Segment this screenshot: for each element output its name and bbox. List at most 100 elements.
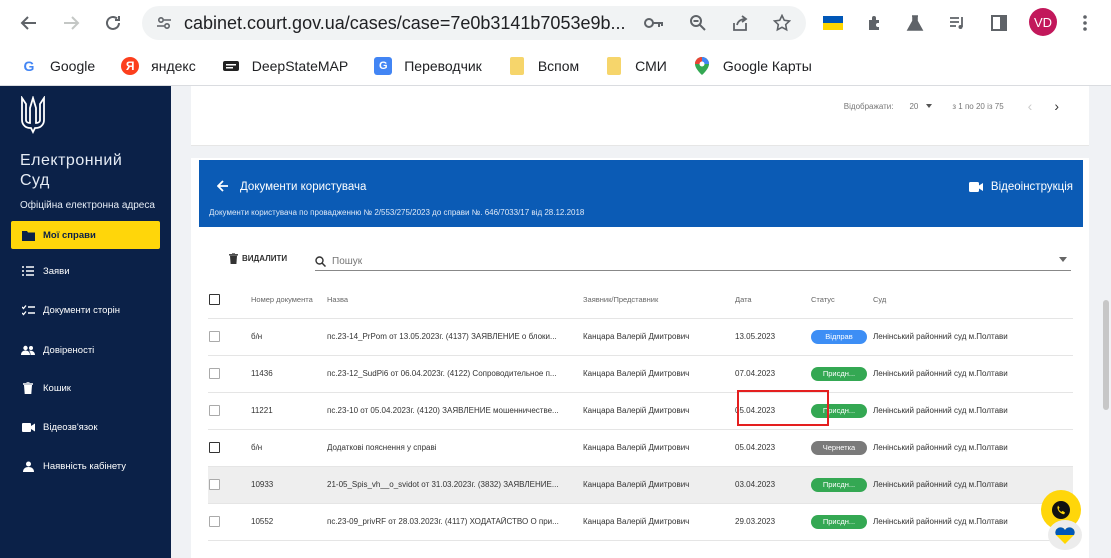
bookmark-google-maps[interactable]: Google Карты bbox=[693, 56, 812, 75]
maps-pin-icon bbox=[693, 56, 711, 75]
row-checkbox[interactable] bbox=[209, 516, 220, 527]
bookmark-yandex[interactable]: Я яндекс bbox=[121, 56, 196, 75]
site-info-icon[interactable] bbox=[154, 15, 174, 31]
doc-name[interactable]: 21-05_Spis_vh__o_svidot от 31.03.2023г. … bbox=[327, 480, 559, 489]
col-header-court[interactable]: Суд bbox=[873, 282, 1073, 319]
sidebar-item-trash[interactable]: Кошик bbox=[11, 374, 160, 402]
url-text[interactable]: cabinet.court.gov.ua/cases/case=7e0b3141… bbox=[184, 13, 624, 34]
date-highlight-box bbox=[737, 390, 829, 426]
labs-flask-icon[interactable] bbox=[904, 12, 926, 34]
address-bar[interactable]: cabinet.court.gov.ua/cases/case=7e0b3141… bbox=[142, 6, 806, 40]
media-control-icon[interactable] bbox=[946, 12, 968, 34]
share-icon[interactable] bbox=[730, 13, 750, 33]
doc-number: 11436 bbox=[251, 355, 327, 393]
doc-number: 10552 bbox=[251, 503, 327, 541]
row-checkbox[interactable] bbox=[209, 479, 220, 490]
col-header-name[interactable]: Назва bbox=[327, 282, 583, 319]
reload-icon[interactable] bbox=[98, 8, 128, 38]
doc-name[interactable]: пс.23-14_PrPom от 13.05.2023г. (4137) ЗА… bbox=[327, 332, 557, 341]
per-page-select[interactable]: 20 bbox=[901, 102, 933, 111]
phone-icon bbox=[1052, 501, 1070, 519]
doc-date: 29.03.2023 bbox=[735, 503, 811, 541]
table-row[interactable]: 10933 21-05_Spis_vh__o_svidot от 31.03.20… bbox=[208, 466, 1073, 504]
video-icon bbox=[21, 420, 35, 434]
status-badge: Присдн... bbox=[811, 514, 867, 529]
col-header-status[interactable]: Статус bbox=[811, 282, 873, 319]
col-header-number[interactable]: Номер документа bbox=[251, 282, 327, 319]
sidebar-item-party-documents[interactable]: Документи сторін bbox=[11, 296, 160, 324]
bookmark-google[interactable]: G Google bbox=[20, 57, 96, 75]
doc-court: Ленінський районний суд м.Полтави bbox=[873, 392, 1073, 430]
next-page-icon[interactable]: › bbox=[1054, 98, 1059, 114]
ukraine-heart-icon bbox=[1055, 527, 1075, 544]
pagination: Відображати: 20 з 1 по 20 із 75 ‹ › bbox=[843, 98, 1059, 114]
documents-card: Документи користувача Документи користув… bbox=[191, 158, 1089, 558]
extensions-icon[interactable] bbox=[864, 12, 886, 34]
chevron-down-icon[interactable] bbox=[1059, 257, 1067, 262]
sidebar-item-powers-of-attorney[interactable]: Довіреності bbox=[11, 336, 160, 364]
sidebar-item-video-call[interactable]: Відеозв'язок bbox=[11, 413, 160, 441]
col-header-applicant[interactable]: Заявник/Представник bbox=[583, 282, 735, 319]
back-arrow-icon[interactable] bbox=[216, 179, 229, 195]
key-icon[interactable] bbox=[644, 13, 664, 33]
sidebar-item-my-cases[interactable]: Мої справи bbox=[11, 221, 160, 249]
col-header-date[interactable]: Дата bbox=[735, 282, 811, 319]
doc-court: Ленінський районний суд м.Полтави bbox=[873, 466, 1073, 504]
prev-page-icon[interactable]: ‹ bbox=[1028, 98, 1033, 114]
language-button[interactable] bbox=[1048, 520, 1082, 550]
bookmark-folder-vspom[interactable]: Вспом bbox=[508, 56, 579, 75]
doc-number: б/н bbox=[251, 318, 327, 356]
select-all-checkbox[interactable] bbox=[209, 294, 220, 306]
doc-date: 05.04.2023 bbox=[735, 429, 811, 467]
search-field[interactable] bbox=[315, 253, 1071, 271]
deepstate-icon bbox=[222, 57, 240, 75]
search-icon bbox=[315, 256, 326, 267]
row-checkbox[interactable] bbox=[209, 368, 220, 379]
bookmark-translate[interactable]: G Переводчик bbox=[374, 56, 482, 75]
doc-number: б/н bbox=[251, 429, 327, 467]
previous-list-card: Відображати: 20 з 1 по 20 із 75 ‹ › bbox=[191, 86, 1089, 146]
doc-name[interactable]: Додаткові пояснення у справі bbox=[327, 443, 437, 452]
kebab-menu-icon[interactable] bbox=[1074, 12, 1096, 34]
yandex-icon: Я bbox=[121, 56, 140, 75]
ukraine-flag-icon[interactable] bbox=[822, 12, 844, 34]
search-input[interactable] bbox=[332, 256, 1032, 267]
trash-icon bbox=[21, 381, 35, 395]
sidebar: Електронний Суд Офіційна електронна адре… bbox=[0, 86, 171, 558]
forward-arrow-icon[interactable] bbox=[56, 8, 86, 38]
browser-toolbar: cabinet.court.gov.ua/cases/case=7e0b3141… bbox=[0, 0, 1111, 46]
video-camera-icon bbox=[968, 182, 983, 192]
row-checkbox[interactable] bbox=[209, 405, 220, 416]
back-arrow-icon[interactable] bbox=[14, 8, 44, 38]
star-icon[interactable] bbox=[772, 13, 792, 33]
bookmark-deepstate[interactable]: DeepStateMAP bbox=[222, 57, 348, 75]
sidebar-item-cabinet-availability[interactable]: Наявність кабінету bbox=[11, 452, 160, 480]
table-row[interactable]: 10552 пс.23-09_privRF от 28.03.2023г. (41… bbox=[208, 503, 1073, 541]
row-checkbox[interactable] bbox=[209, 442, 220, 453]
doc-date: 03.04.2023 bbox=[735, 466, 811, 504]
table-row[interactable]: 11436 пс.23-12_SudPi6 от 06.04.2023г. (41… bbox=[208, 355, 1073, 393]
table-row[interactable]: 11221 пс.23-10 от 05.04.2023г. (4120) ЗАЯ… bbox=[208, 392, 1073, 430]
bookmark-folder-smi[interactable]: СМИ bbox=[605, 56, 667, 75]
trash-icon bbox=[229, 253, 238, 264]
row-checkbox[interactable] bbox=[209, 331, 220, 342]
table-header-row: Номер документа Назва Заявник/Представни… bbox=[208, 282, 1073, 319]
table-row[interactable]: б/н Додаткові пояснення у справі Канцара В… bbox=[208, 429, 1073, 467]
side-panel-icon[interactable] bbox=[988, 12, 1010, 34]
table-toolbar: ВИДАЛИТИ bbox=[229, 253, 1071, 277]
doc-date: 13.05.2023 bbox=[735, 318, 811, 356]
profile-avatar[interactable]: VD bbox=[1029, 8, 1057, 36]
google-icon: G bbox=[23, 57, 35, 74]
doc-name[interactable]: пс.23-10 от 05.04.2023г. (4120) ЗАЯВЛЕНИ… bbox=[327, 406, 559, 415]
page-scrollbar[interactable] bbox=[1103, 300, 1109, 410]
video-instruction-button[interactable]: Відеоінструкція bbox=[968, 181, 1073, 193]
table-row[interactable]: б/н пс.23-14_PrPom от 13.05.2023г. (4137)… bbox=[208, 318, 1073, 356]
sidebar-item-applications[interactable]: Заяви bbox=[11, 257, 160, 285]
doc-name[interactable]: пс.23-12_SudPi6 от 06.04.2023г. (4122) С… bbox=[327, 369, 557, 378]
main-content: Відображати: 20 з 1 по 20 із 75 ‹ › Доку… bbox=[171, 86, 1111, 558]
doc-name[interactable]: пс.23-09_privRF от 28.03.2023г. (4117) Х… bbox=[327, 517, 559, 526]
zoom-icon[interactable] bbox=[688, 13, 708, 33]
status-badge: Присдн... bbox=[811, 366, 867, 381]
doc-court: Ленінський районний суд м.Полтави bbox=[873, 429, 1073, 467]
delete-button[interactable]: ВИДАЛИТИ bbox=[229, 253, 287, 264]
